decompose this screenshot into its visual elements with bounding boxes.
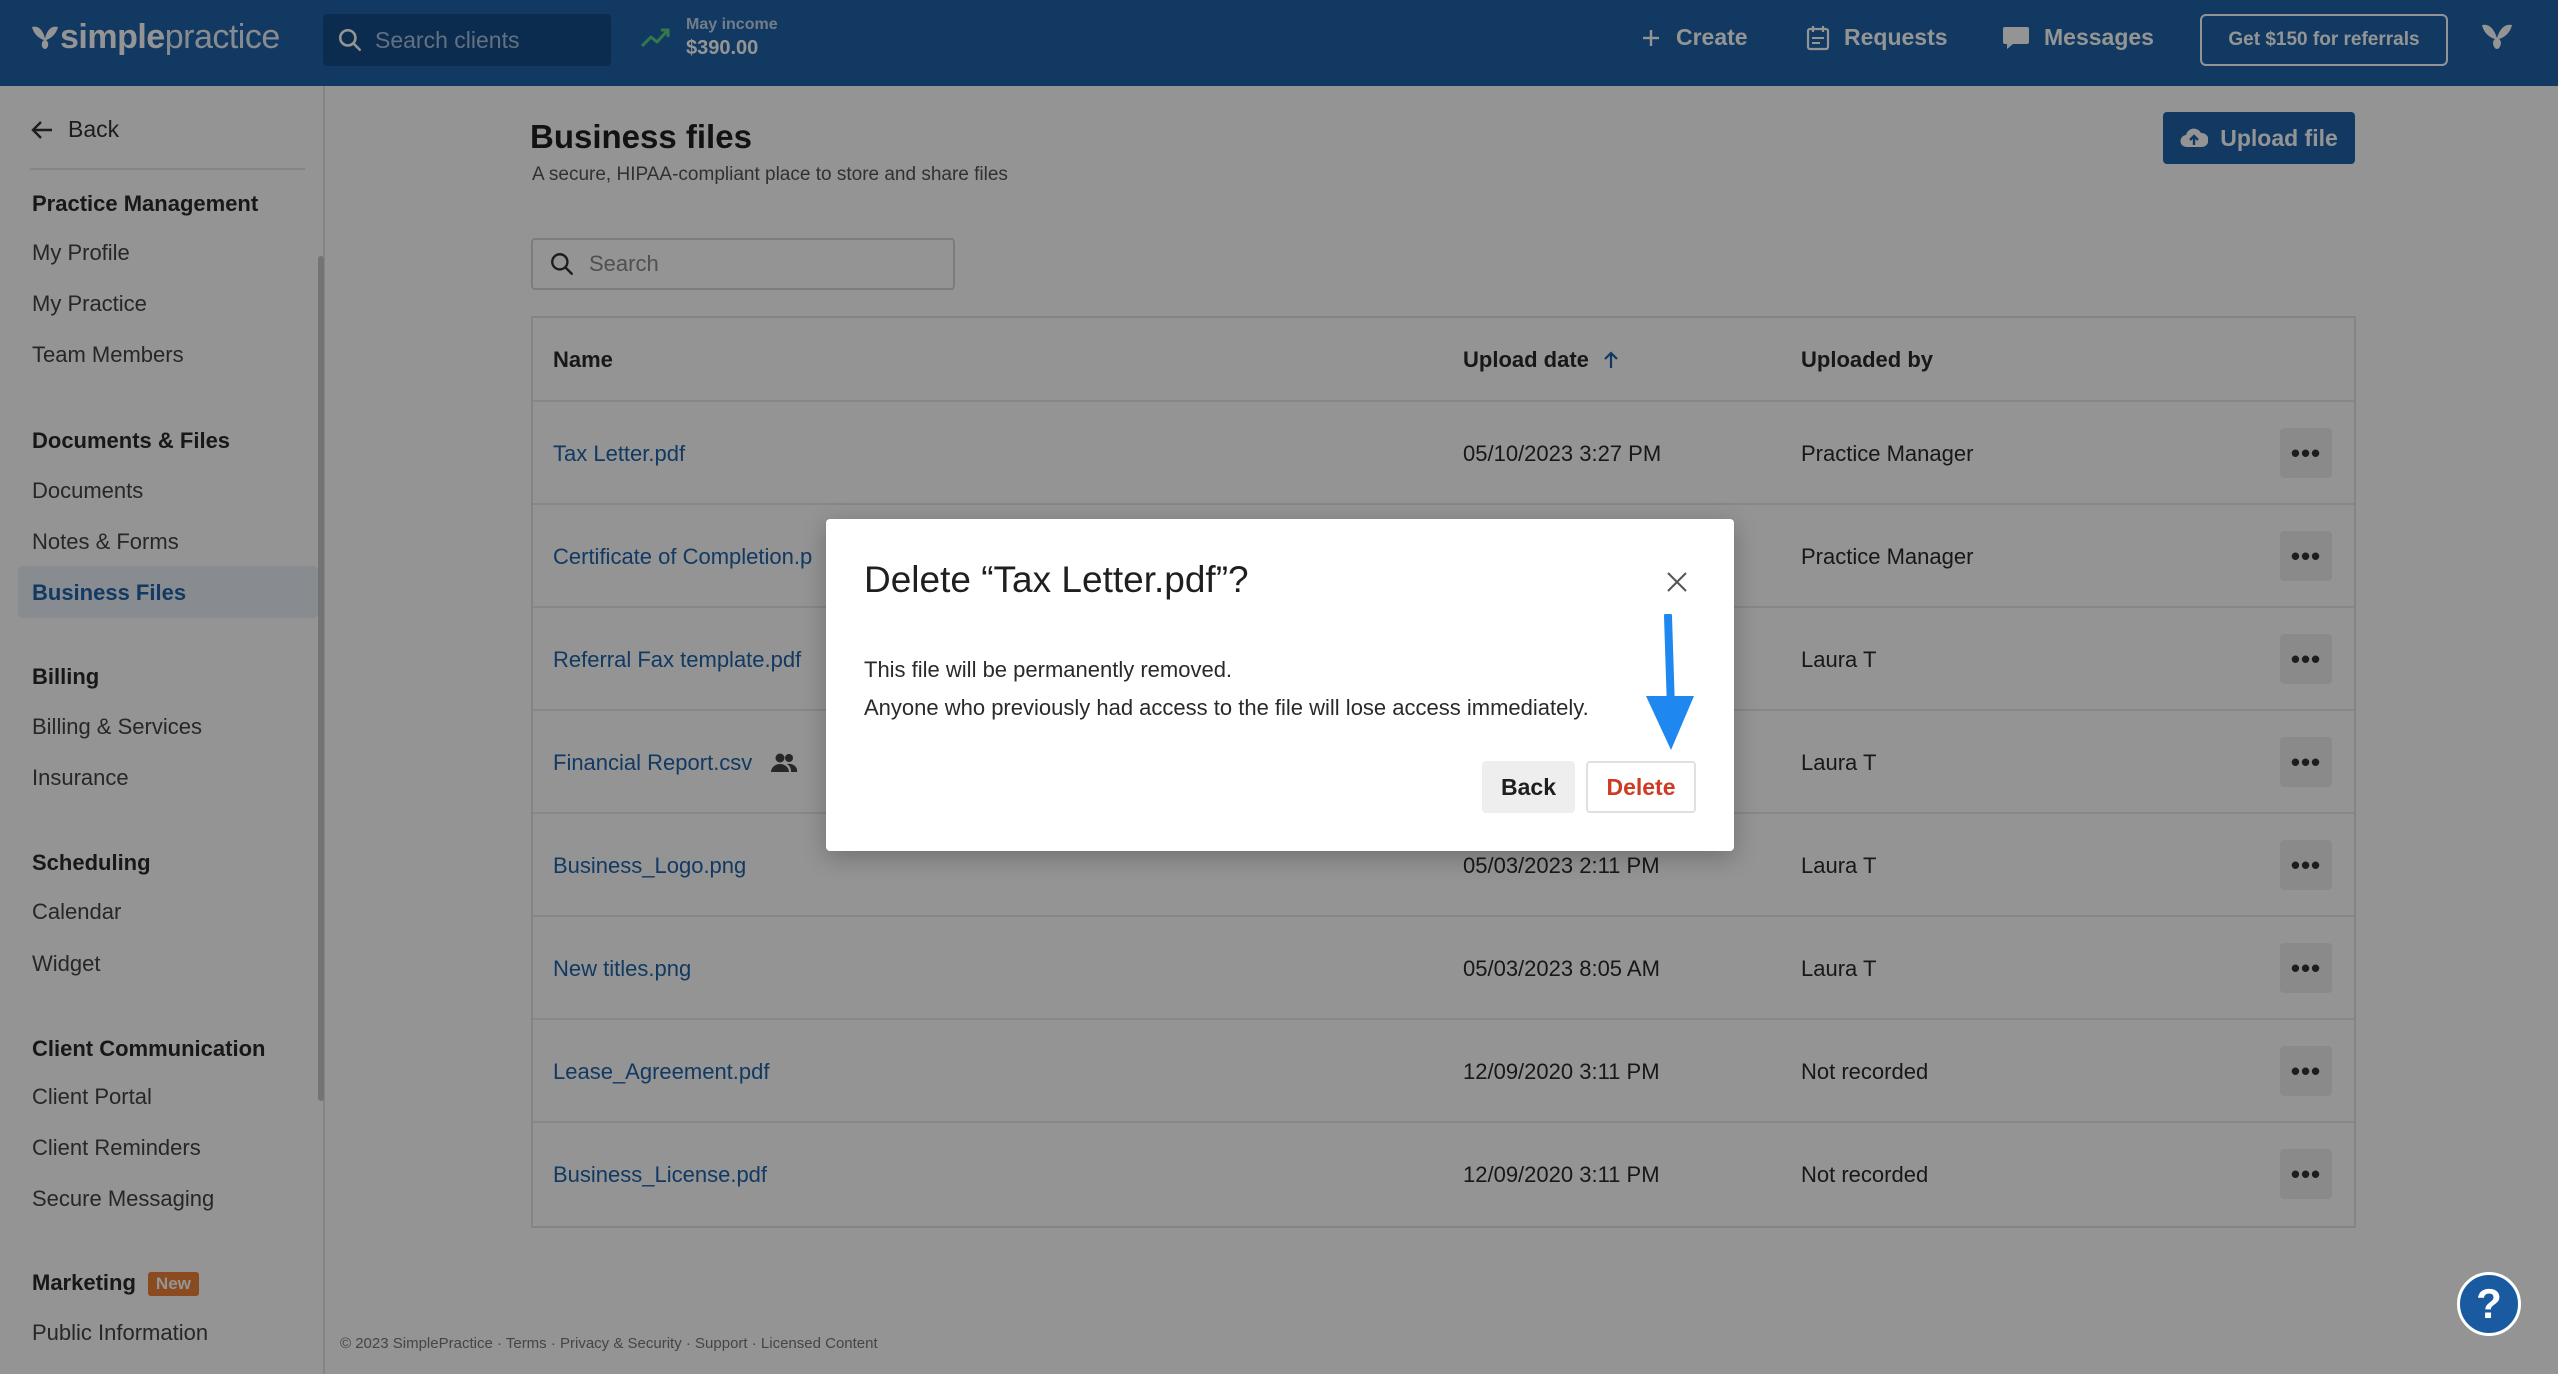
dialog-message-line-2: Anyone who previously had access to the … — [864, 695, 1589, 720]
back-button[interactable]: Back — [1482, 761, 1575, 813]
dialog-message-line-1: This file will be permanently removed. — [864, 657, 1233, 682]
dialog-message: This file will be permanently removed. A… — [864, 651, 1589, 727]
delete-confirmation-dialog: Delete “Tax Letter.pdf”? This file will … — [826, 519, 1734, 851]
annotation-arrow-down-icon — [1646, 614, 1694, 750]
close-icon[interactable] — [1664, 569, 1690, 595]
dialog-title: Delete “Tax Letter.pdf”? — [864, 559, 1249, 600]
delete-button[interactable]: Delete — [1586, 761, 1696, 813]
help-button[interactable]: ? — [2457, 1272, 2521, 1336]
